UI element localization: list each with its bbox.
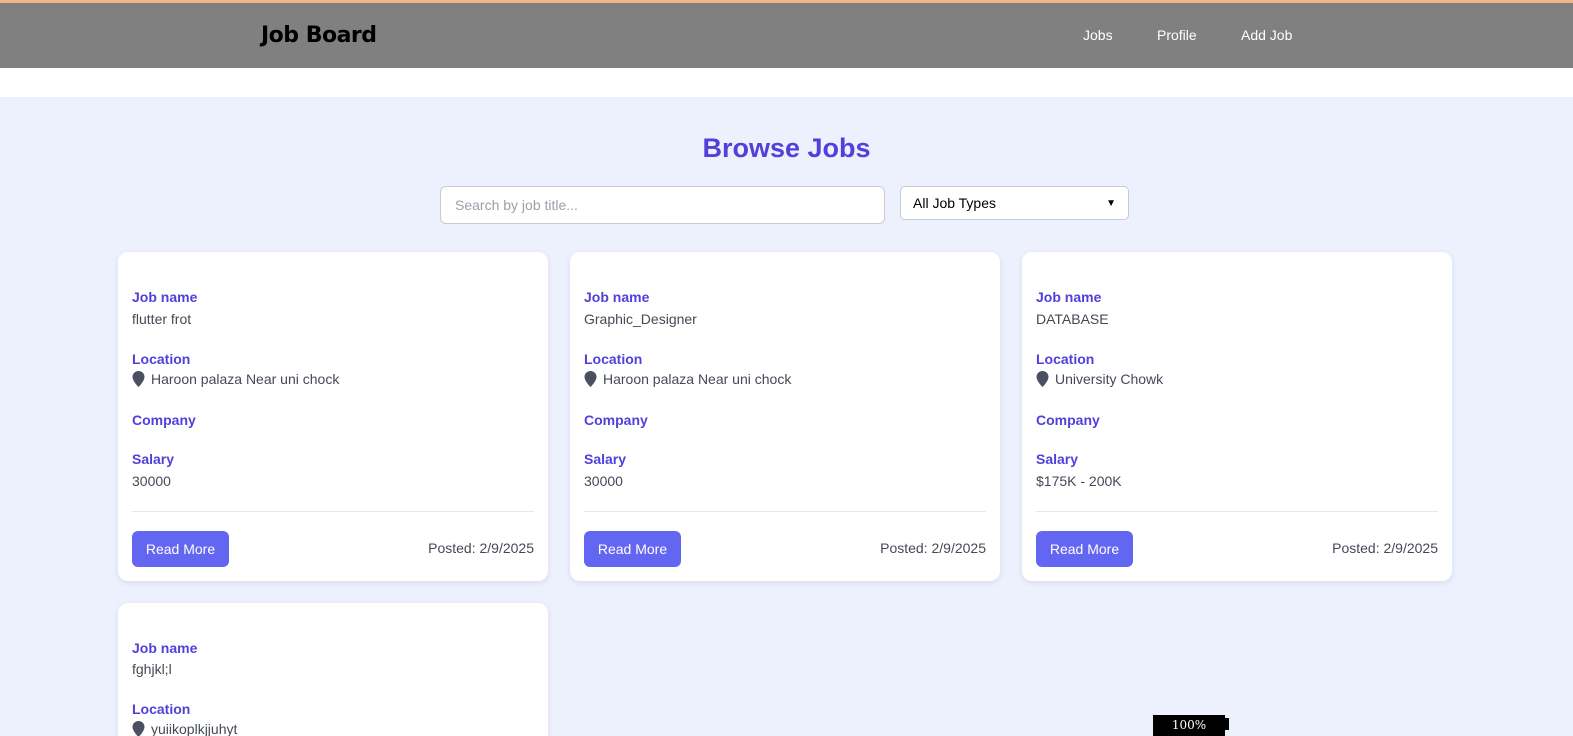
location-label: Location [132,701,191,717]
card-divider [584,511,986,512]
job-name-label: Job name [1036,289,1102,305]
search-input[interactable] [440,186,885,224]
card-divider [1036,511,1438,512]
company-label: Company [132,412,196,428]
job-name-label: Job name [132,640,198,656]
company-label: Company [1036,412,1100,428]
job-card: Job name DATABASE Location University Ch… [1022,252,1452,581]
salary-value: 30000 [132,473,171,489]
location-text: University Chowk [1055,371,1164,387]
location-label: Location [1036,351,1095,367]
location-text: Haroon palaza Near uni chock [151,371,340,387]
posted-date: Posted: 2/9/2025 [880,540,986,556]
read-more-button[interactable]: Read More [132,531,229,567]
job-card: Job name fghjkl;l Location yuiikoplkjjuh… [118,603,548,736]
card-divider [132,511,534,512]
location-value: Haroon palaza Near uni chock [132,371,339,387]
job-type-select-value: All Job Types [913,195,997,211]
job-type-select[interactable]: All Job Types ▼ [900,186,1129,220]
job-name-label: Job name [584,289,650,305]
job-name-value: flutter frot [132,311,192,327]
location-pin-icon [1036,371,1049,387]
read-more-button[interactable]: Read More [1036,531,1133,567]
read-more-button[interactable]: Read More [584,531,681,567]
location-pin-icon [132,371,145,387]
company-label: Company [584,412,648,428]
location-text: yuiikoplkjjuhyt [151,721,238,736]
salary-value: $175K - 200K [1036,473,1122,489]
nav-link-add-job[interactable]: Add Job [1241,27,1292,43]
salary-label: Salary [132,451,175,467]
location-label: Location [584,351,643,367]
nav-link-jobs[interactable]: Jobs [1083,27,1113,43]
location-value: University Chowk [1036,371,1163,387]
salary-label: Salary [584,451,627,467]
job-card: Job name Graphic_Designer Location Haroo… [570,252,1000,581]
page-title: Browse Jobs [702,133,871,163]
location-pin-icon [132,721,145,736]
salary-label: Salary [1036,451,1079,467]
posted-date: Posted: 2/9/2025 [428,540,534,556]
zoom-indicator: 100% [1153,715,1225,736]
salary-value: 30000 [584,473,623,489]
job-name-value: DATABASE [1036,311,1109,327]
job-name-value: Graphic_Designer [584,311,697,327]
navbar: Job Board Jobs Profile Add Job [0,3,1573,68]
job-card: Job name flutter frot Location Haroon pa… [118,252,548,581]
brand-logo[interactable]: Job Board [261,23,377,48]
location-text: Haroon palaza Near uni chock [603,371,792,387]
location-value: yuiikoplkjjuhyt [132,721,237,736]
zoom-indicator-tab [1225,718,1229,730]
main-content: Browse Jobs All Job Types ▼ Job name flu… [0,97,1573,736]
location-pin-icon [584,371,597,387]
location-value: Haroon palaza Near uni chock [584,371,791,387]
chevron-down-icon: ▼ [1106,197,1116,209]
nav-link-profile[interactable]: Profile [1157,27,1197,43]
location-label: Location [132,351,191,367]
job-name-value: fghjkl;l [132,661,172,677]
job-name-label: Job name [132,289,198,305]
posted-date: Posted: 2/9/2025 [1332,540,1438,556]
